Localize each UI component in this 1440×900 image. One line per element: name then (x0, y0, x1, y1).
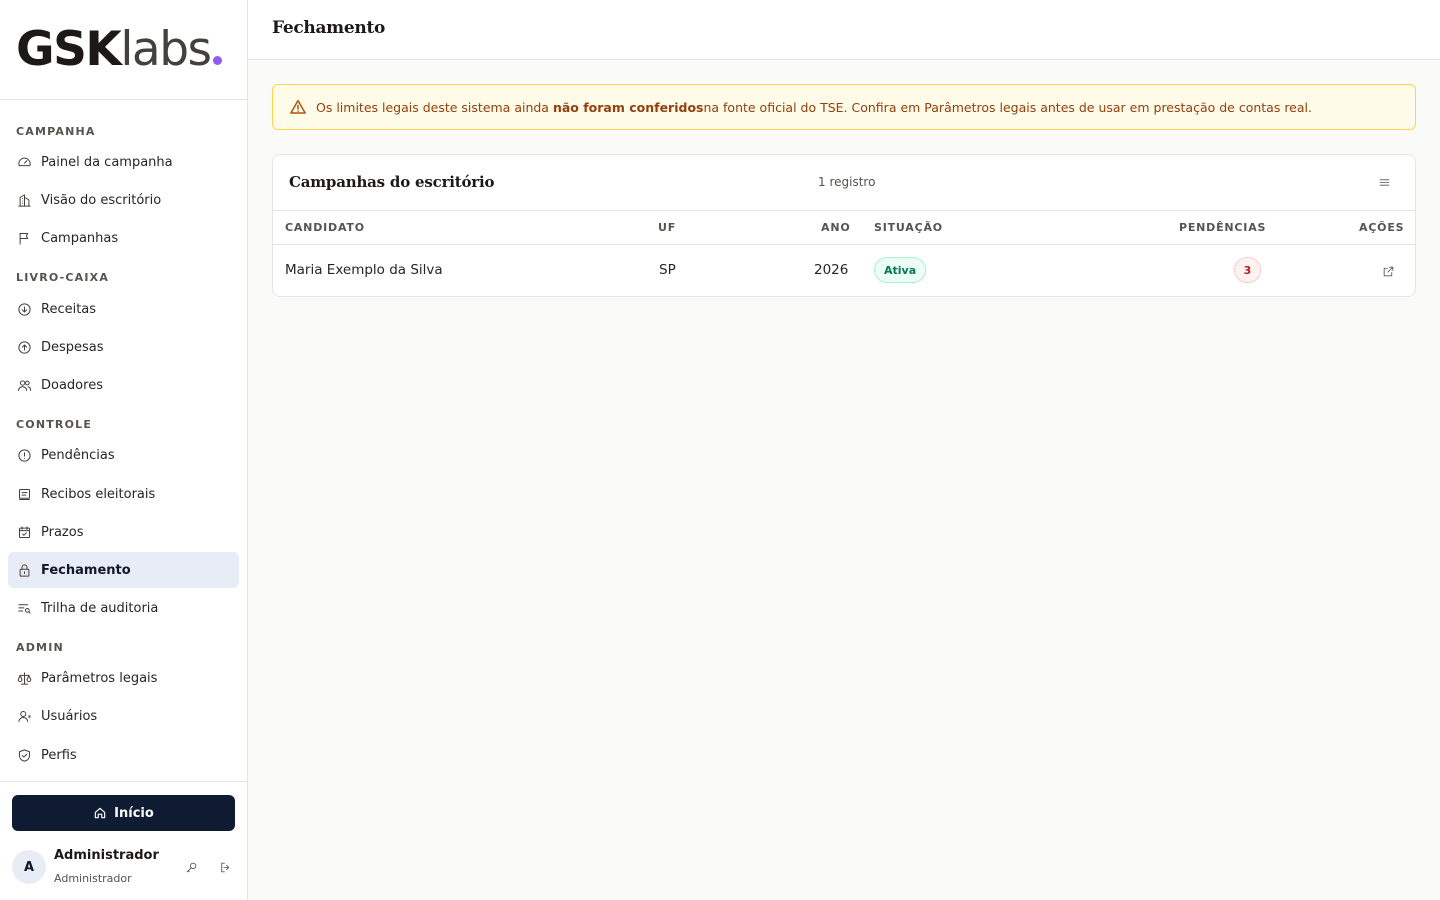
calendar-check-icon (16, 524, 32, 540)
sidebar-item-perfis[interactable]: Perfis (8, 737, 239, 773)
warning-text-end: na fonte oficial do TSE. Confira em Parâ… (703, 99, 1312, 115)
external-link-icon (1383, 266, 1393, 276)
home-button-label: Início (114, 805, 154, 821)
sidebar-item-label: Pendências (41, 447, 115, 463)
table-header: CANDIDATO UF ANO SITUAÇÃO PENDÊNCIAS AÇÕ… (273, 210, 1415, 245)
sidebar-item-campanhas[interactable]: Campanhas (8, 220, 239, 256)
section-title-livro-caixa: LIVRO-CAIXA (16, 271, 110, 284)
brand-logo[interactable]: GSKlabs (0, 0, 247, 100)
sidebar-item-visao-do-escritorio[interactable]: Visão do escritório (8, 182, 239, 218)
key-icon (186, 862, 196, 872)
cell-uf: SP (659, 262, 676, 278)
campaigns-card: Campanhas do escritório 1 registro CANDI… (272, 154, 1416, 297)
building-icon (16, 192, 32, 208)
sidebar-item-label: Painel da campanha (41, 154, 173, 170)
column-header-candidato[interactable]: CANDIDATO (285, 221, 365, 234)
sidebar-item-prazos[interactable]: Prazos (8, 514, 239, 550)
brand-logo-strong: GSK (16, 22, 122, 77)
legal-limits-warning: Os limites legais deste sistema ainda nã… (272, 84, 1416, 130)
home-button[interactable]: Início (12, 795, 235, 831)
warning-text-bold: não foram conferidos (552, 99, 704, 115)
brand-logo-dot (212, 56, 222, 65)
column-header-ano[interactable]: ANO (821, 221, 850, 234)
user-icon (16, 708, 32, 724)
column-header-uf[interactable]: UF (658, 221, 676, 234)
record-count: 1 registro (818, 175, 876, 189)
scale-icon (16, 670, 32, 686)
card-title: Campanhas do escritório (289, 173, 495, 191)
open-campaign-button[interactable] (1379, 262, 1397, 280)
column-header-pendencias[interactable]: PENDÊNCIAS (1179, 221, 1266, 234)
gauge-icon (16, 154, 32, 170)
columns-menu-button[interactable] (1373, 173, 1395, 191)
sidebar-item-recibos-eleitorais[interactable]: Recibos eleitorais (8, 476, 239, 512)
users-icon (16, 377, 32, 393)
user-name: Administrador (54, 848, 159, 863)
cell-candidato: Maria Exemplo da Silva (285, 262, 443, 278)
list-search-icon (16, 600, 32, 616)
sidebar-item-label: Trilha de auditoria (41, 600, 159, 616)
sidebar-item-label: Receitas (41, 301, 97, 317)
sidebar-item-fechamento[interactable]: Fechamento (8, 552, 239, 588)
page-title: Fechamento (272, 18, 386, 38)
sidebar-item-doadores[interactable]: Doadores (8, 367, 239, 403)
sidebar-item-label: Campanhas (41, 230, 119, 246)
column-header-acoes: AÇÕES (1359, 221, 1405, 234)
cell-ano: 2026 (814, 262, 849, 278)
section-title-controle: CONTROLE (16, 418, 93, 431)
sidebar-item-label: Despesas (41, 339, 104, 355)
lock-icon (16, 562, 32, 578)
sidebar-item-label: Usuários (41, 708, 98, 724)
sidebar-item-label: Visão do escritório (41, 192, 162, 208)
arrow-down-circle-icon (16, 301, 32, 317)
avatar[interactable]: A (12, 850, 46, 884)
menu-icon (1379, 178, 1389, 186)
shield-icon (16, 747, 32, 763)
column-header-situacao[interactable]: SITUAÇÃO (874, 221, 943, 234)
arrow-up-circle-icon (16, 339, 32, 355)
sidebar-item-label: Recibos eleitorais (41, 486, 156, 502)
sidebar-item-label: Prazos (41, 524, 84, 540)
sidebar-item-usuarios[interactable]: Usuários (8, 698, 239, 734)
sidebar-item-label: Perfis (41, 747, 77, 763)
warning-text-start: Os limites legais deste sistema ainda (316, 99, 549, 115)
sidebar-item-trilha-de-auditoria[interactable]: Trilha de auditoria (8, 590, 239, 626)
alert-circle-icon (16, 447, 32, 463)
logout-button[interactable] (216, 858, 234, 876)
sidebar-footer: Início A Administrador Administrador (0, 781, 247, 900)
sidebar-item-receitas[interactable]: Receitas (8, 291, 239, 327)
change-password-button[interactable] (182, 858, 200, 876)
home-icon (94, 807, 106, 819)
sidebar-item-despesas[interactable]: Despesas (8, 329, 239, 365)
sidebar-item-label: Doadores (41, 377, 103, 393)
sidebar-item-label: Fechamento (41, 562, 131, 578)
section-title-admin: ADMIN (16, 641, 64, 654)
sidebar: GSKlabs CAMPANHA Painel da campanha Visã… (0, 0, 248, 900)
receipt-icon (16, 486, 32, 502)
logout-icon (220, 862, 229, 872)
warning-triangle-icon (290, 99, 306, 114)
topbar: Fechamento (248, 0, 1440, 60)
section-title-campanha: CAMPANHA (16, 125, 96, 138)
pending-count-badge[interactable]: 3 (1234, 257, 1261, 283)
flag-icon (16, 230, 32, 246)
sidebar-item-painel-da-campanha[interactable]: Painel da campanha (8, 144, 239, 180)
status-badge: Ativa (874, 257, 927, 283)
user-profile: A Administrador Administrador (12, 848, 235, 888)
table-row[interactable]: Maria Exemplo da Silva SP 2026 Ativa 3 (273, 245, 1415, 296)
sidebar-item-label: Parâmetros legais (41, 670, 158, 686)
sidebar-item-parametros-legais[interactable]: Parâmetros legais (8, 660, 239, 696)
user-role: Administrador (54, 872, 132, 885)
sidebar-item-pendencias[interactable]: Pendências (8, 437, 239, 473)
brand-logo-light: labs (120, 22, 212, 77)
